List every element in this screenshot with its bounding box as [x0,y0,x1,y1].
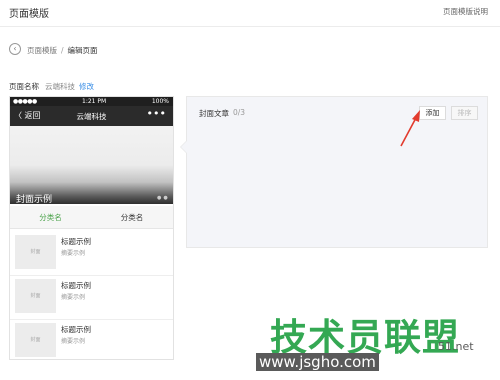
sort-button[interactable]: 排序 [451,106,478,120]
category-tab-1[interactable]: 分类名 [10,212,91,223]
watermark-url: www.jsgho.com [256,353,379,371]
phone-status-bar: ●●●●● 1:21 PM 100% [10,97,173,106]
annotation-arrow-icon [400,110,420,147]
list-item[interactable]: 封面 标题示例 摘要示例 [10,231,173,276]
cover-article-count: 0/3 [233,108,246,117]
article-summary: 摘要示例 [61,250,86,257]
breadcrumb-parent[interactable]: 页面模版 [27,46,57,55]
page-name-edit-link[interactable]: 修改 [79,81,94,92]
phone-preview: ●●●●● 1:21 PM 100% 〈 返回 云端科技 ••• 封面示例 ●●… [9,96,174,360]
breadcrumb-separator: / [61,46,64,55]
page-title: 页面模版 [9,9,49,20]
breadcrumb-current: 编辑页面 [67,46,98,55]
article-summary: 摘要示例 [61,338,86,345]
article-thumbnail: 封面 [15,235,56,269]
article-title: 标题示例 [61,281,91,290]
carousel-dots-icon: ●● [157,195,170,201]
list-item[interactable]: 封面 标题示例 摘要示例 [10,275,173,320]
back-circle-icon[interactable]: ‹ [9,43,21,55]
watermark-small: 51.net [438,340,474,353]
article-summary: 摘要示例 [61,294,86,301]
article-thumbnail: 封面 [15,323,56,357]
cover-title: 封面示例 [16,195,53,205]
page-name-value: 云端科技 [45,82,75,91]
category-divider [10,228,173,229]
cover-article-label: 封面文章 [199,109,229,118]
breadcrumb: 页面模版 / 编辑页面 [27,45,98,56]
battery-icon: 100% [151,98,169,105]
page-name-label: 页面名称 [9,82,39,91]
article-thumbnail: 封面 [15,279,56,313]
panel-pointer-fill [181,141,187,153]
header-divider [0,26,500,27]
article-title: 标题示例 [61,237,91,246]
article-title: 标题示例 [61,325,91,334]
template-help-link[interactable]: 页面模版说明 [443,6,488,17]
phone-nav-bar: 〈 返回 云端科技 ••• [10,106,173,126]
list-item[interactable]: 封面 标题示例 摘要示例 [10,319,173,359]
signal-icon: ●●●●● [13,98,37,105]
more-icon[interactable]: ••• [147,107,166,120]
status-time: 1:21 PM [82,98,107,105]
category-tab-2[interactable]: 分类名 [91,212,173,223]
